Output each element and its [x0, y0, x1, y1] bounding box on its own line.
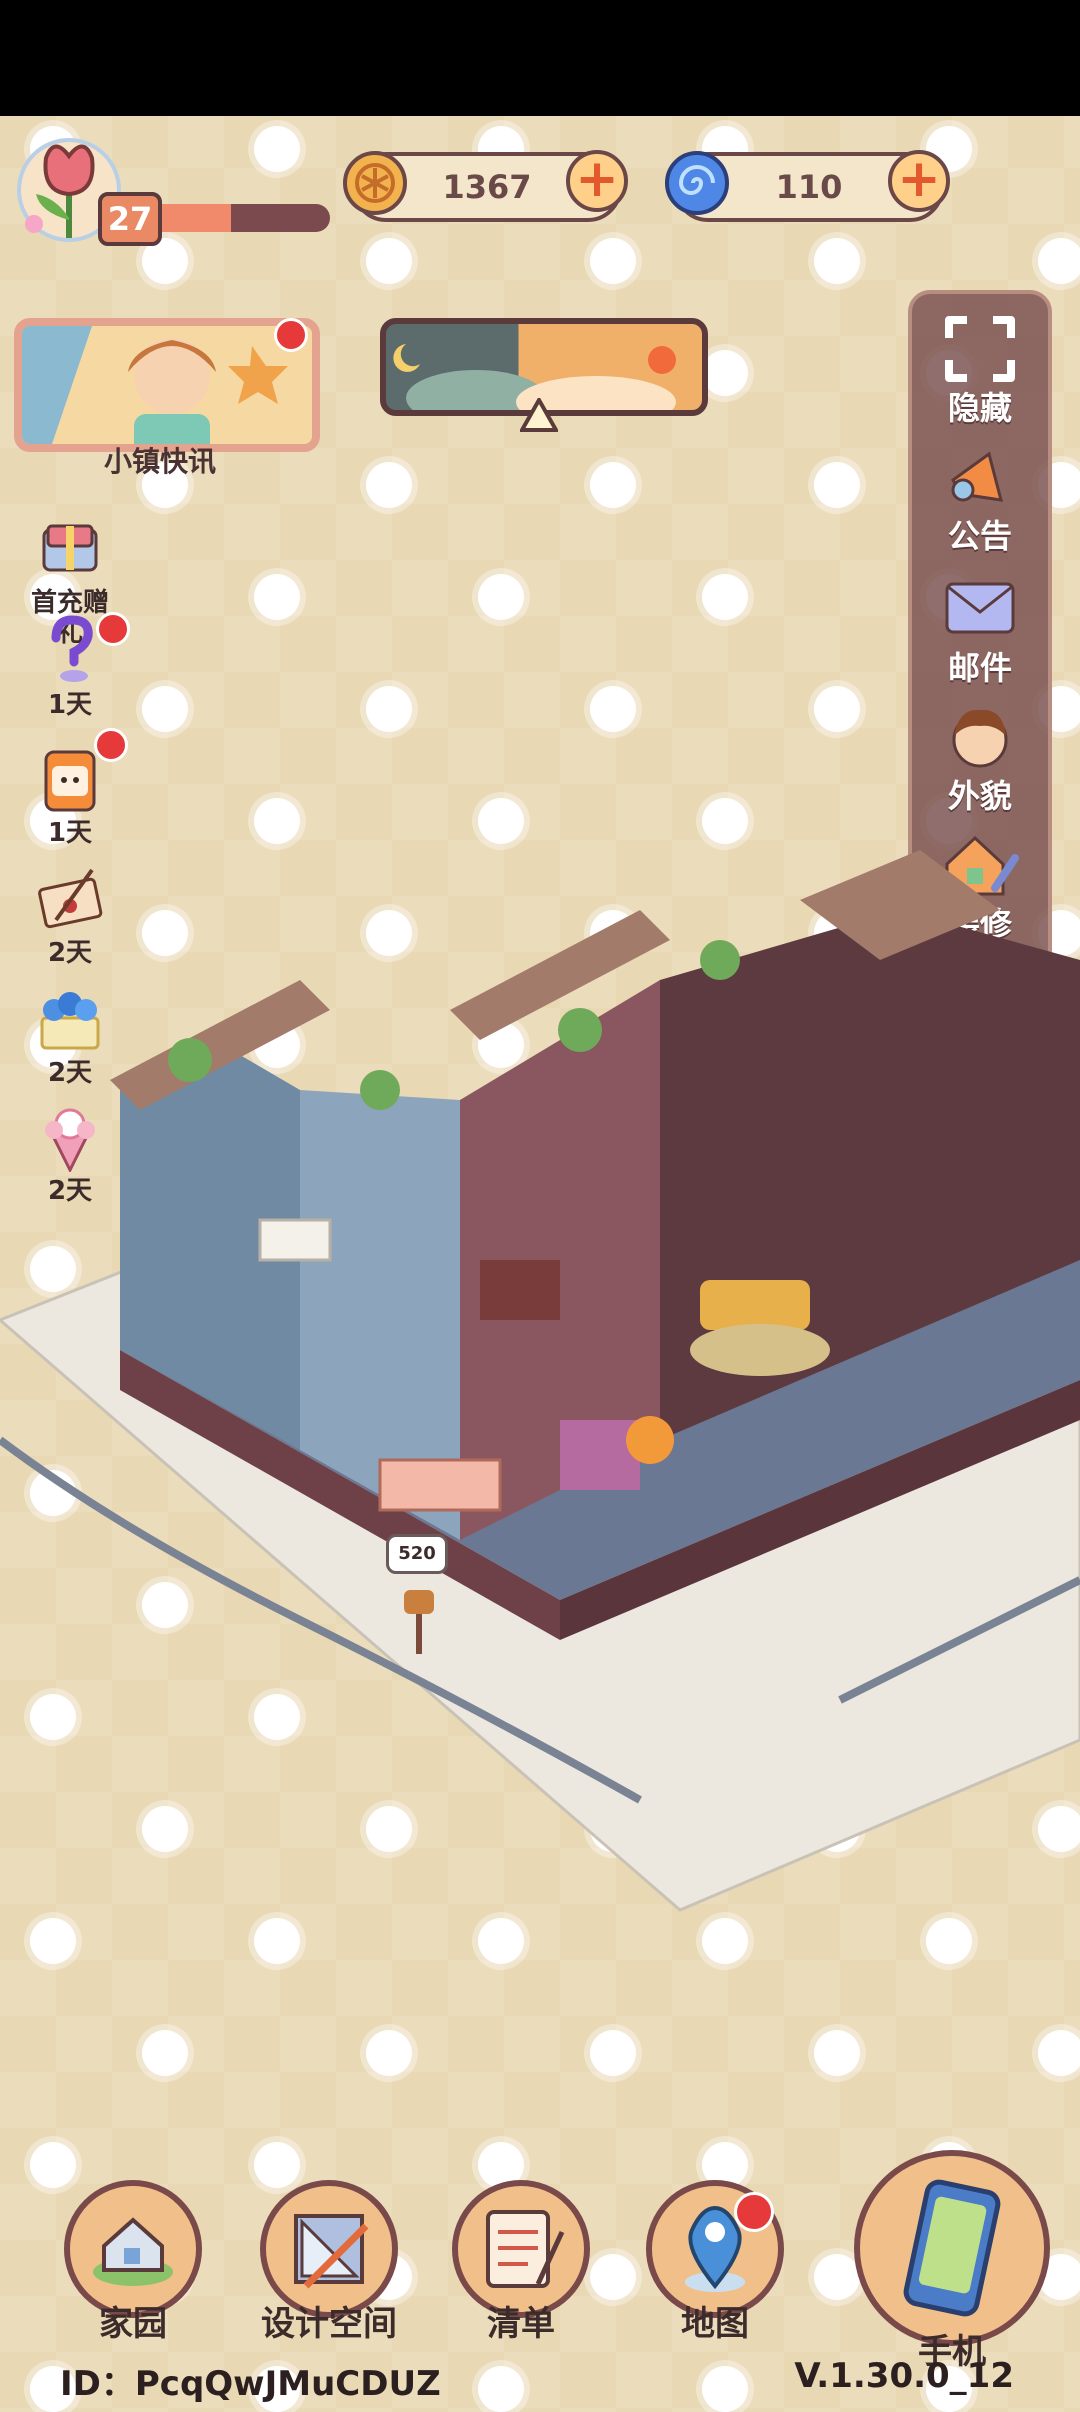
- gift-book-icon: [42, 524, 98, 572]
- sun-pattern-dot: [814, 238, 860, 284]
- hide-ui-button[interactable]: 隐藏: [912, 312, 1048, 426]
- level-badge: 27: [98, 192, 162, 246]
- sun-pattern-dot: [366, 2030, 412, 2076]
- checklist-icon: [486, 2210, 565, 2288]
- sun-pattern-dot: [254, 798, 300, 844]
- news-notification-dot: [274, 318, 308, 352]
- sun-pattern-dot: [478, 574, 524, 620]
- sun-pattern-dot: [254, 574, 300, 620]
- coin-icon: [343, 151, 407, 215]
- add-gems-button[interactable]: +: [888, 150, 950, 212]
- sun-pattern-dot: [478, 1918, 524, 1964]
- question-mark-icon: [51, 615, 93, 682]
- megaphone-icon: [951, 451, 1004, 502]
- mailbox-count: 520: [398, 1543, 436, 1564]
- sun-pattern-dot: [366, 462, 412, 508]
- status-bar: [0, 0, 1080, 116]
- sun-pattern-dot: [702, 2366, 748, 2412]
- mystery-event-timer: 1天: [47, 690, 93, 720]
- sun-pattern-dot: [366, 686, 412, 732]
- mailbox-counter-bubble[interactable]: 520: [386, 1534, 448, 1574]
- nav-phone-button[interactable]: 手机: [852, 2150, 1052, 2373]
- map-label: 地图: [681, 2304, 749, 2344]
- sun-pattern-dot: [702, 574, 748, 620]
- smartphone-icon: [903, 2179, 1001, 2317]
- character-face-icon: [952, 709, 1008, 768]
- announcement-label: 公告: [947, 517, 1012, 555]
- sun-pattern-dot: [1038, 2030, 1080, 2076]
- home-label: 家园: [99, 2304, 167, 2344]
- gem-counter: 110 +: [665, 150, 950, 222]
- house-diorama: [0, 850, 1080, 1912]
- home-house-icon: [93, 2217, 173, 2286]
- nav-list-button[interactable]: 清单: [446, 2180, 596, 2345]
- town-news-label: 小镇快讯: [103, 445, 216, 478]
- isometric-house-scene[interactable]: [0, 840, 1080, 1920]
- sun-pattern-dot: [254, 126, 300, 172]
- list-label: 清单: [487, 2304, 555, 2344]
- appearance-label: 外貌: [947, 777, 1012, 815]
- sun-pattern-dot: [590, 2030, 636, 2076]
- sun-pattern-dot: [814, 2030, 860, 2076]
- mail-envelope-icon: [945, 582, 1015, 634]
- sun-pattern-dot: [702, 798, 748, 844]
- sun-pattern-dot: [814, 686, 860, 732]
- player-id: ID：PcqQwJMuCDUZ: [60, 2364, 441, 2404]
- sun-pattern-dot: [590, 462, 636, 508]
- design-space-label: 设计空间: [261, 2304, 397, 2344]
- sun-pattern-dot: [478, 2366, 524, 2412]
- sun-pattern-dot: [590, 238, 636, 284]
- time-marker-icon: [520, 398, 558, 432]
- mail-button[interactable]: 邮件: [912, 572, 1048, 686]
- app-version: V.1.30.0_12: [794, 2356, 1014, 2396]
- xp-progress-bar: [140, 204, 330, 232]
- nav-design-space-button[interactable]: 设计空间: [254, 2180, 404, 2345]
- sun-pattern-dot: [702, 350, 748, 396]
- hide-label: 隐藏: [947, 389, 1012, 427]
- sun-pattern-dot: [1038, 238, 1080, 284]
- swirl-gem-icon: [665, 151, 729, 215]
- sun-pattern-dot: [590, 2254, 636, 2300]
- ruler-pencil-icon: [294, 2214, 369, 2289]
- nav-home-button[interactable]: 家园: [58, 2180, 208, 2345]
- mystery-event-notification-dot: [96, 612, 130, 646]
- drink-event-notification-dot: [94, 728, 128, 762]
- coin-counter: 1367 +: [343, 150, 628, 222]
- phone-icon-circle: [854, 2150, 1050, 2346]
- sun-pattern-dot: [142, 686, 188, 732]
- mail-label: 邮件: [947, 649, 1012, 687]
- news-character-image: [22, 326, 312, 444]
- sun-pattern-dot: [478, 798, 524, 844]
- map-notification-dot: [734, 2192, 774, 2232]
- sun-pattern-dot: [30, 1918, 76, 1964]
- sun-pattern-dot: [142, 2030, 188, 2076]
- add-coins-button[interactable]: +: [566, 150, 628, 212]
- sun-pattern-dot: [366, 238, 412, 284]
- coin-amount: 1367: [442, 168, 532, 206]
- appearance-button[interactable]: 外貌: [912, 700, 1048, 814]
- expand-corners-icon: [945, 316, 1015, 382]
- sun-pattern-dot: [702, 1918, 748, 1964]
- sun-pattern-dot: [590, 686, 636, 732]
- announcement-button[interactable]: 公告: [912, 440, 1048, 554]
- sun-pattern-dot: [254, 1918, 300, 1964]
- sun-pattern-dot: [814, 462, 860, 508]
- gem-amount: 110: [775, 168, 843, 206]
- sun-pattern-dot: [926, 1918, 972, 1964]
